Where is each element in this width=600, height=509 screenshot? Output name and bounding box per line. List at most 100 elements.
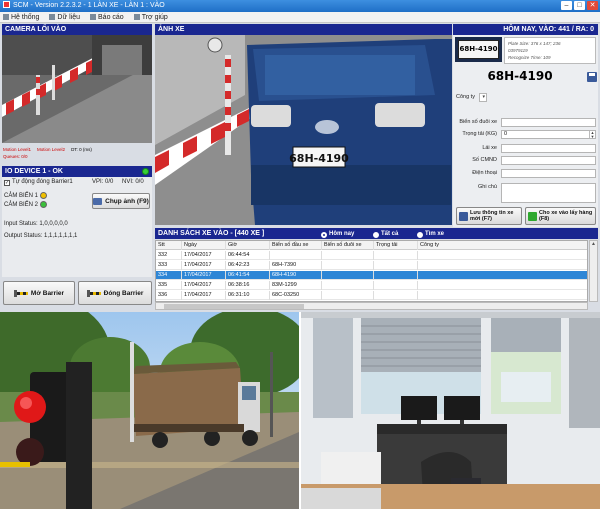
table-row[interactable]: 336 17/04/2017 06:31:10 68C-03250 (156, 291, 587, 300)
scroll-up-icon[interactable]: ▲ (590, 241, 597, 248)
table-cell: 68C-03250 (270, 291, 322, 300)
camera-header: CAMERA LỐI VÀO (2, 24, 152, 35)
table-cell: 334 (156, 271, 182, 280)
column-header-tail-plate: Biển số đuôi xe (322, 241, 374, 250)
table-cell (418, 261, 587, 270)
sensor-2-indicator-icon (40, 201, 47, 208)
table-cell: 06:31:10 (226, 291, 270, 300)
gate-scene (0, 312, 299, 509)
barrier-close-icon (86, 289, 101, 297)
vertical-scrollbar[interactable]: ▲ (589, 240, 598, 302)
column-header-company: Công ty (418, 241, 587, 250)
table-cell: 06:41:54 (226, 271, 270, 280)
table-cell: 17/04/2017 (182, 281, 226, 290)
io-device-header: IO DEVICE 1 - OK (2, 166, 152, 177)
table-cell: 83M-1299 (270, 281, 322, 290)
table-cell (418, 271, 587, 280)
close-button[interactable]: ✕ (587, 1, 598, 10)
recognition-meta: Plate Size: 376 x 147; 236 03979119 Reco… (504, 37, 596, 64)
table-cell: 17/04/2017 (182, 291, 226, 300)
input-status: Input Status: 1,0,0,0,0,0 (4, 221, 68, 227)
nvi-value: NVI: 0/0 (122, 179, 144, 185)
io-status-icon (142, 168, 149, 175)
checkbox-check-icon: ✓ (4, 180, 10, 186)
table-cell (418, 251, 587, 260)
table-cell: 17/04/2017 (182, 271, 226, 280)
table-row[interactable]: 333 17/04/2017 06:42:23 68H-7390 (156, 261, 587, 270)
spinner-icon[interactable]: ▲ ▼ (589, 131, 595, 138)
table-header-row[interactable]: Stt Ngày Giờ Biển số đầu xe Biển số đuôi xe T… (156, 241, 587, 250)
help-icon (133, 14, 140, 20)
motion-level-2: Motion Level2 (37, 147, 66, 152)
save-vehicle-button[interactable]: Lưu thông tin xe mới (F7) (456, 207, 522, 225)
filter-today-radio[interactable]: Hôm nay (321, 229, 354, 240)
minimize-button[interactable]: – (561, 1, 572, 10)
table-cell (270, 251, 322, 260)
filter-search-radio[interactable]: Tìm xe (417, 229, 444, 240)
office-scene (301, 312, 600, 509)
table-cell (418, 281, 587, 290)
table-cell (374, 291, 418, 300)
menu-item-reports[interactable]: Báo cáo (90, 12, 124, 22)
filter-all-radio[interactable]: Tất cả (373, 229, 398, 240)
radio-icon (417, 231, 423, 238)
open-barrier-button[interactable]: Mở Barrier (3, 281, 75, 305)
maximize-button[interactable]: □ (574, 1, 585, 10)
load-input[interactable]: 0 ▲ ▼ (501, 130, 596, 139)
driver-input[interactable] (501, 144, 596, 153)
image-header: ẢNH XE (155, 24, 452, 35)
app-icon (3, 1, 10, 8)
note-label: Ghi chú (478, 184, 497, 190)
save-icon[interactable] (587, 72, 597, 82)
table-cell: 332 (156, 251, 182, 260)
column-header-stt: Stt (156, 241, 182, 250)
tail-plate-input[interactable] (501, 118, 596, 127)
column-header-head-plate: Biển số đầu xe (270, 241, 322, 250)
recognition-code: 03979119 (508, 48, 528, 53)
composite-screenshot: SCM - Version 2.2.3.2 - 1 LÀN XE - LÀN 1… (0, 0, 600, 509)
horizontal-scrollbar[interactable] (155, 302, 588, 310)
table-cell: 17/04/2017 (182, 261, 226, 270)
menu-item-help[interactable]: Trợ giúp (133, 12, 168, 22)
table-cell: 06:42:23 (226, 261, 270, 270)
company-select[interactable]: ▾ (479, 93, 487, 102)
id-number-input[interactable] (501, 156, 596, 165)
scroll-thumb[interactable] (164, 304, 304, 309)
close-barrier-button[interactable]: Đóng Barrier (78, 281, 152, 305)
allow-entry-button[interactable]: Cho xe vào lấy hàng (F8) (525, 207, 596, 225)
vehicle-list-table: Stt Ngày Giờ Biển số đầu xe Biển số đuôi xe T… (155, 240, 588, 302)
sensor-1-label: CẢM BIẾN 1 (4, 193, 39, 199)
id-number-label: Số CMND (472, 157, 497, 163)
table-cell: 336 (156, 291, 182, 300)
menu-item-data[interactable]: Dữ liệu (49, 12, 80, 22)
output-status: Output Status: 1,1,1,1,1,1,1 (4, 233, 78, 239)
sensor-1-indicator-icon (40, 192, 47, 199)
note-input[interactable] (501, 183, 596, 203)
detect-time: DT: 0 (ms) (71, 147, 92, 152)
table-row[interactable]: 335 17/04/2017 06:38:16 83M-1299 (156, 281, 587, 290)
vehicle-list-header: DANH SÁCH XE VÀO - [440 XE ] Hôm nay Tất… (155, 228, 598, 239)
title-bar: SCM - Version 2.2.3.2 - 1 LÀN XE - LÀN 1… (0, 0, 600, 12)
driver-label: Lái xe (482, 145, 497, 151)
outdoor-gate-photo (0, 312, 299, 509)
column-header-load: Trọng tải (374, 241, 418, 250)
io-device-panel (2, 177, 152, 277)
save-icon (459, 211, 468, 221)
capture-button[interactable]: Chụp ảnh (F9) (92, 193, 150, 209)
load-label: Trọng tải (KG) (462, 131, 497, 137)
table-row[interactable]: 332 17/04/2017 06:44:54 (156, 251, 587, 260)
table-row[interactable]: 334 17/04/2017 06:41:54 68H-4190 (156, 271, 587, 280)
data-icon (49, 14, 56, 20)
camera-icon (93, 197, 103, 205)
today-counter: HÔM NAY, VÀO: 441 / RA: 0 (453, 24, 598, 35)
menu-item-system[interactable]: Hệ thống (3, 12, 39, 22)
table-cell (322, 271, 374, 280)
plate-thumbnail: 68H-4190 (455, 37, 502, 62)
radio-icon (373, 231, 379, 238)
phone-input[interactable] (501, 169, 596, 178)
auto-close-checkbox[interactable]: ✓ Tự động đóng Barrier1 (4, 179, 73, 186)
table-cell (374, 271, 418, 280)
check-icon (528, 211, 537, 221)
queue-status: Queues: 0/0 (3, 154, 28, 159)
table-cell (418, 291, 587, 300)
